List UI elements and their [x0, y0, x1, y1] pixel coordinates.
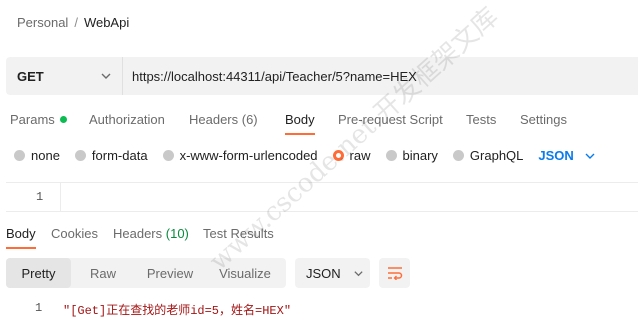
- tab-response-body[interactable]: Body: [6, 226, 51, 241]
- radio-selected-icon: [332, 150, 344, 161]
- view-preview-button[interactable]: Preview: [135, 266, 205, 281]
- tab-response-headers[interactable]: Headers (10): [113, 226, 203, 241]
- tab-response-headers-label: Headers: [113, 226, 163, 241]
- url-input[interactable]: https://localhost:44311/api/Teacher/5?na…: [132, 57, 417, 95]
- body-option-none[interactable]: none: [14, 148, 60, 163]
- tab-test-results[interactable]: Test Results: [203, 226, 274, 241]
- breadcrumb-workspace[interactable]: Personal: [17, 15, 68, 30]
- body-option-binary[interactable]: binary: [385, 148, 438, 163]
- body-format-label: JSON: [538, 148, 574, 163]
- radio-icon: [162, 150, 174, 161]
- body-option-none-label: none: [31, 148, 60, 163]
- breadcrumb-separator: /: [74, 15, 78, 30]
- radio-icon: [14, 150, 25, 161]
- line-number: 1: [36, 190, 44, 204]
- body-option-graphql-label: GraphQL: [469, 148, 524, 163]
- chevron-down-icon: [101, 73, 111, 79]
- tab-body[interactable]: Body: [285, 112, 338, 127]
- request-body-editor[interactable]: 1: [6, 182, 638, 212]
- radio-icon: [385, 150, 397, 161]
- wrap-lines-button[interactable]: [379, 258, 410, 288]
- body-option-form-data[interactable]: form-data: [74, 148, 148, 163]
- body-option-raw[interactable]: raw: [332, 148, 371, 163]
- response-tabs: Body Cookies Headers (10) Test Results: [6, 226, 274, 241]
- tab-pre-request-script[interactable]: Pre-request Script: [338, 112, 466, 127]
- response-format-select[interactable]: JSON: [295, 258, 370, 288]
- tab-tests[interactable]: Tests: [466, 112, 520, 127]
- radio-icon: [452, 150, 464, 161]
- body-option-binary-label: binary: [402, 148, 438, 163]
- body-option-graphql[interactable]: GraphQL: [452, 148, 524, 163]
- wrap-lines-icon: [387, 267, 402, 280]
- body-option-form-data-label: form-data: [91, 148, 148, 163]
- response-format-label: JSON: [306, 265, 341, 281]
- body-format-select[interactable]: JSON: [538, 148, 595, 163]
- request-tabs: Params Authorization Headers (6) Body Pr…: [10, 112, 567, 127]
- tab-authorization[interactable]: Authorization: [89, 112, 189, 127]
- editor-gutter-divider: [60, 183, 61, 211]
- body-type-options: none form-data x-www-form-urlencoded raw…: [14, 148, 596, 163]
- tab-headers[interactable]: Headers (6): [189, 112, 285, 127]
- tab-cookies[interactable]: Cookies: [51, 226, 113, 241]
- headers-count: (10): [165, 226, 189, 241]
- body-option-urlencoded-label: x-www-form-urlencoded: [179, 148, 318, 163]
- chevron-down-icon: [354, 270, 363, 276]
- breadcrumb-collection[interactable]: WebApi: [84, 15, 129, 30]
- breadcrumb: Personal / WebApi: [17, 15, 129, 30]
- response-tab-active-indicator: [6, 247, 36, 249]
- view-mode-selector: Pretty Raw Preview Visualize: [6, 258, 286, 288]
- chevron-down-icon: [585, 153, 595, 159]
- tab-params[interactable]: Params: [10, 112, 89, 127]
- response-line-number: 1: [35, 301, 43, 315]
- tab-active-indicator: [285, 133, 315, 135]
- tab-params-label: Params: [10, 112, 55, 127]
- method-label: GET: [17, 68, 44, 84]
- method-select[interactable]: GET: [6, 57, 123, 95]
- body-option-urlencoded[interactable]: x-www-form-urlencoded: [162, 148, 318, 163]
- radio-icon: [74, 150, 86, 161]
- params-active-dot: [59, 116, 67, 124]
- body-option-raw-label: raw: [349, 148, 371, 163]
- response-string: "[Get]正在查找的老师id=5，姓名=HEX": [63, 304, 292, 318]
- request-bar: GET https://localhost:44311/api/Teacher/…: [6, 57, 638, 95]
- tab-settings[interactable]: Settings: [520, 112, 567, 127]
- view-pretty-button[interactable]: Pretty: [6, 258, 71, 288]
- view-raw-button[interactable]: Raw: [71, 266, 135, 281]
- view-visualize-button[interactable]: Visualize: [205, 266, 285, 281]
